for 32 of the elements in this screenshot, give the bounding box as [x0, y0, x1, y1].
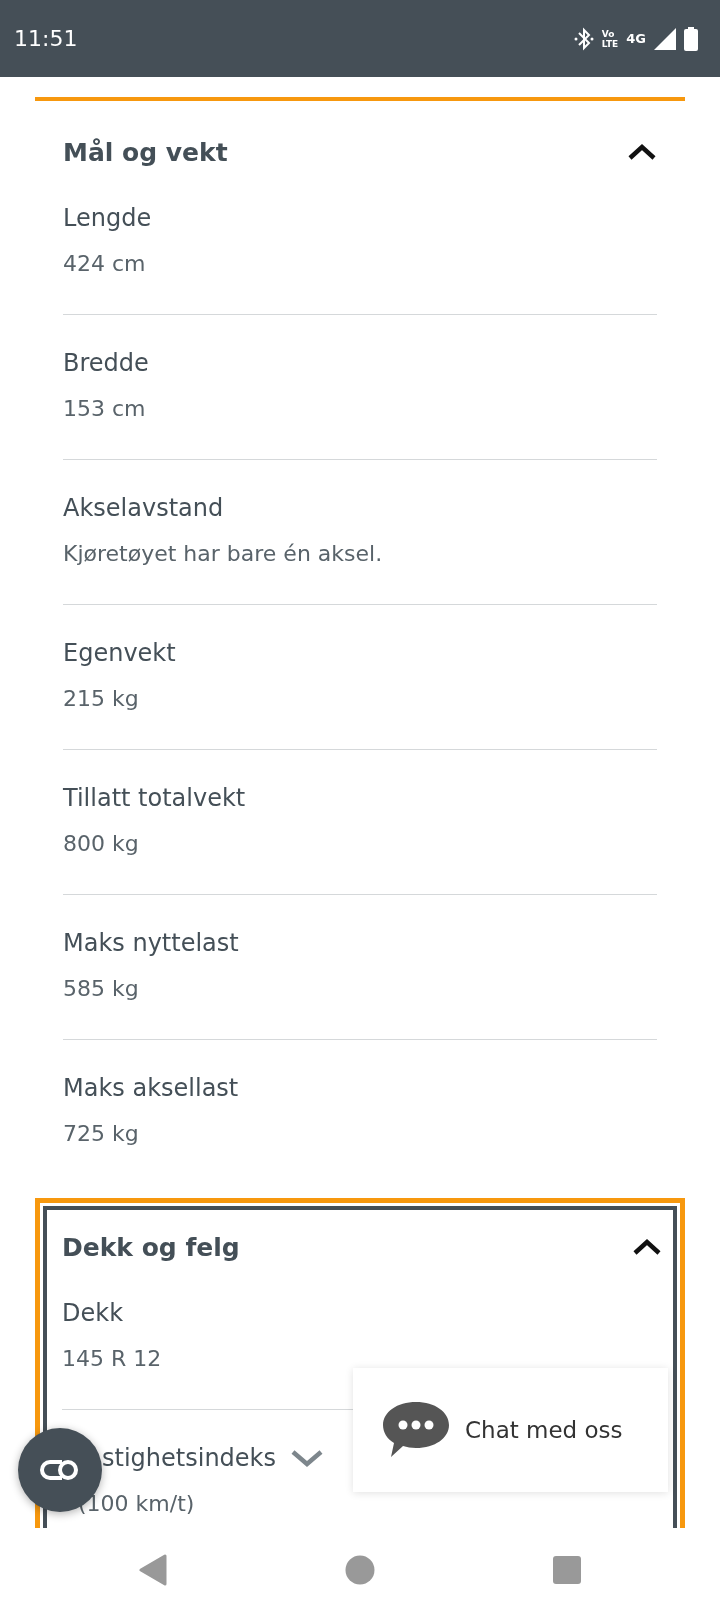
spec-value: 153 cm	[63, 395, 147, 423]
spec-value: 424 cm	[63, 250, 147, 278]
back-icon[interactable]	[139, 1554, 167, 1586]
clock: 11:51	[14, 26, 78, 51]
chevron-icon[interactable]	[290, 1448, 324, 1468]
chat-bubble-icon	[381, 1400, 451, 1460]
battery-icon	[684, 26, 698, 51]
chat-button[interactable]: Chat med oss	[353, 1368, 668, 1492]
section-header[interactable]: Dekk og felg	[62, 1210, 662, 1264]
volte-indicator: Vo LTE	[601, 28, 619, 49]
spec-value: 585 kg	[63, 975, 140, 1003]
signal-icon	[654, 27, 676, 50]
spec-value: 215 kg	[63, 685, 140, 713]
bluetooth-icon	[573, 26, 594, 51]
spec-value: 800 kg	[63, 830, 140, 858]
network-indicator: 4G	[626, 31, 646, 46]
spec-label: Egenvekt	[63, 638, 176, 668]
spec-label: Maks nyttelast	[63, 928, 239, 958]
spec-value: 725 kg	[63, 1120, 140, 1148]
spec-label: Akselavstand	[63, 493, 224, 523]
spec-label: stighetsindeks	[102, 1443, 276, 1473]
spec-value: 145 R 12	[62, 1345, 163, 1373]
spec-value: Kjøretøyet har bare én aksel.	[63, 540, 384, 568]
spec-label: Lengde	[63, 203, 152, 233]
section-title: Mål og vekt	[63, 137, 228, 167]
spec-label: Bredde	[63, 348, 149, 378]
spec-label: Maks aksellast	[63, 1073, 239, 1103]
section-title: Dekk og felg	[62, 1232, 240, 1262]
spec-label: Dekk	[62, 1298, 124, 1328]
home-icon[interactable]	[345, 1555, 375, 1585]
section-header[interactable]: Mål og vekt	[63, 101, 657, 169]
spec-label: Tillatt totalvekt	[63, 783, 246, 813]
